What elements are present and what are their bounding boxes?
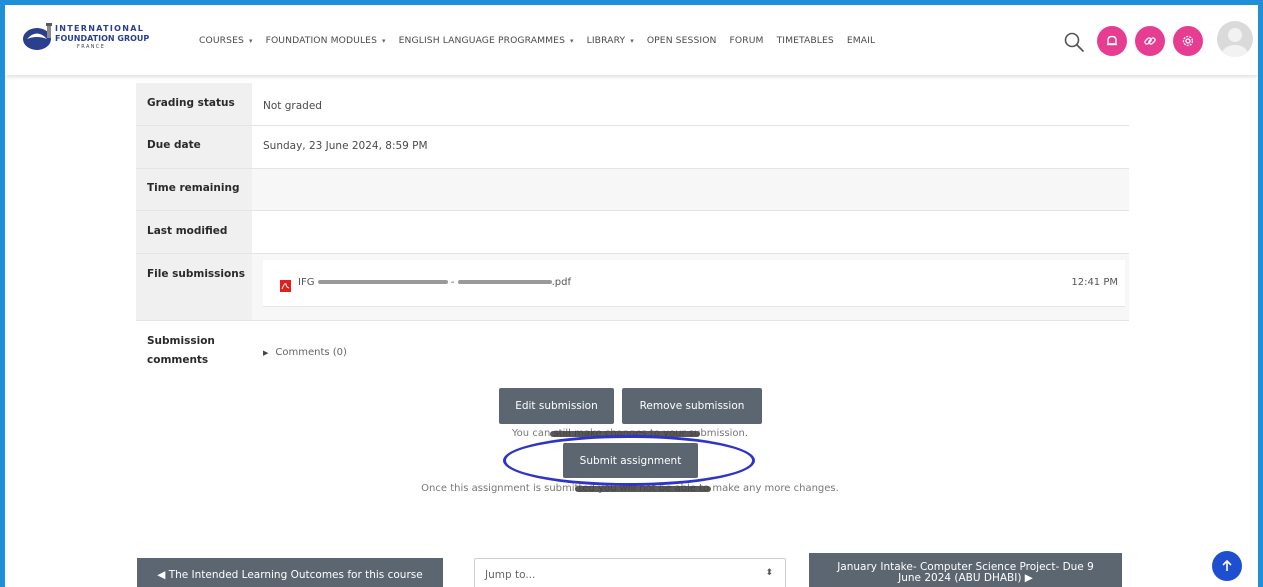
chevron-down-icon: ▾ <box>570 36 574 45</box>
nav-label: FOUNDATION MODULES <box>265 34 378 46</box>
remove-submission-button[interactable]: Remove submission <box>622 388 762 424</box>
pdf-file-icon <box>280 280 291 292</box>
row-label-cell: Submission comments <box>136 321 252 377</box>
nav-label: EMAIL <box>846 34 876 46</box>
submit-assignment-button[interactable]: Submit assignment <box>563 443 698 478</box>
logo-emblem-icon <box>23 23 52 50</box>
brand-line-2: FOUNDATION GROUP <box>55 34 150 43</box>
grading-status-label: Grading status <box>147 97 235 109</box>
caret-right-icon: ▶ <box>263 349 269 357</box>
nav-courses[interactable]: COURSES ▾ <box>199 35 253 46</box>
nav-forum[interactable]: FORUM <box>730 35 764 46</box>
file-time: 12:41 PM <box>1071 277 1118 288</box>
file-extension: .pdf <box>551 277 572 288</box>
submission-comments-label-1: Submission <box>147 335 215 347</box>
nav-label: TIMETABLES <box>776 34 834 46</box>
user-avatar[interactable] <box>1217 21 1253 57</box>
previous-activity-button[interactable]: ◀ The Intended Learning Outcomes for thi… <box>137 558 443 587</box>
status-row-file-submissions: File submissions IFG - .pdf 12:41 PM <box>136 254 1129 321</box>
status-row-last-modified: Last modified <box>136 211 1129 254</box>
file-submissions-label: File submissions <box>147 268 245 280</box>
submission-comments-label-2: comments <box>147 354 209 366</box>
next-activity-label-line-2: June 2024 (ABU DHABI) ▶ <box>898 572 1033 584</box>
search-icon[interactable] <box>1063 31 1085 53</box>
due-date-value: Sunday, 23 June 2024, 8:59 PM <box>263 140 428 152</box>
status-row-time-remaining: Time remaining <box>136 169 1129 211</box>
chevron-down-icon: ▾ <box>248 36 253 45</box>
file-name-prefix: IFG <box>298 277 315 288</box>
nav-label: ENGLISH LANGUAGE PROGRAMMES <box>398 34 566 46</box>
file-link[interactable]: IFG - .pdf <box>298 277 571 288</box>
nav-timetables[interactable]: TIMETABLES <box>777 35 834 46</box>
last-modified-label: Last modified <box>147 225 228 237</box>
site-logo[interactable]: INTERNATIONAL FOUNDATION GROUP FRANCE <box>21 22 161 56</box>
nav-foundation-modules[interactable]: FOUNDATION MODULES ▾ <box>266 35 386 46</box>
comments-toggle[interactable]: ▶ Comments (0) <box>263 347 347 358</box>
select-arrow-icon: ⬍ <box>765 568 773 578</box>
row-label-cell: Grading status <box>136 83 252 125</box>
main-nav: COURSES ▾ FOUNDATION MODULES ▾ ENGLISH LAN… <box>199 5 888 75</box>
row-label-cell: File submissions <box>136 254 252 320</box>
nav-label: FORUM <box>729 34 764 46</box>
gear-icon <box>1182 35 1194 47</box>
arrow-up-icon <box>1222 559 1232 571</box>
nav-library[interactable]: LIBRARY ▾ <box>587 35 634 46</box>
file-name-separator: - <box>450 277 455 288</box>
page-frame: INTERNATIONAL FOUNDATION GROUP FRANCE CO… <box>5 5 1258 587</box>
back-to-top-button[interactable] <box>1212 551 1242 581</box>
nav-english-language-programmes[interactable]: ENGLISH LANGUAGE PROGRAMMES ▾ <box>399 35 574 46</box>
nav-open-session[interactable]: OPEN SESSION <box>647 35 717 46</box>
edit-submission-button[interactable]: Edit submission <box>499 388 614 424</box>
due-date-label: Due date <box>147 139 201 151</box>
chevron-down-icon: ▾ <box>630 36 634 45</box>
nav-label: LIBRARY <box>586 34 626 46</box>
user-silhouette-icon <box>1222 28 1248 57</box>
brand-line-1: INTERNATIONAL <box>55 24 145 33</box>
annotation-scribble <box>550 431 700 437</box>
row-label-cell: Last modified <box>136 211 252 253</box>
time-remaining-label: Time remaining <box>147 182 240 194</box>
file-submission-item: IFG - .pdf 12:41 PM <box>263 260 1125 307</box>
nav-label: OPEN SESSION <box>646 34 717 46</box>
next-activity-button[interactable]: January Intake- Computer Science Project… <box>809 553 1122 587</box>
nav-label: COURSES <box>199 34 244 46</box>
settings-button[interactable] <box>1173 26 1203 56</box>
jump-to-select[interactable]: Jump to... ⬍ <box>474 558 786 587</box>
status-row-grading: Grading status Not graded <box>136 83 1129 126</box>
top-navbar: INTERNATIONAL FOUNDATION GROUP FRANCE CO… <box>5 5 1258 75</box>
row-label-cell: Time remaining <box>136 169 252 210</box>
annotation-scribble <box>575 486 711 492</box>
nav-email[interactable]: EMAIL <box>847 35 875 46</box>
links-button[interactable] <box>1135 26 1165 56</box>
link-icon <box>1144 37 1156 45</box>
comments-link: Comments (0) <box>275 347 347 358</box>
bell-icon <box>1107 35 1117 46</box>
jump-to-placeholder: Jump to... <box>485 569 536 581</box>
grading-status-value: Not graded <box>263 100 322 112</box>
chevron-down-icon: ▾ <box>382 36 386 45</box>
redacted-text <box>457 280 552 284</box>
row-label-cell: Due date <box>136 126 252 168</box>
row-shade <box>252 169 1129 210</box>
status-row-due-date: Due date Sunday, 23 June 2024, 8:59 PM <box>136 126 1129 169</box>
brand-line-3: FRANCE <box>77 44 106 50</box>
status-row-submission-comments: Submission comments ▶ Comments (0) <box>136 321 1129 377</box>
notifications-button[interactable] <box>1097 26 1127 56</box>
redacted-text <box>317 280 448 284</box>
